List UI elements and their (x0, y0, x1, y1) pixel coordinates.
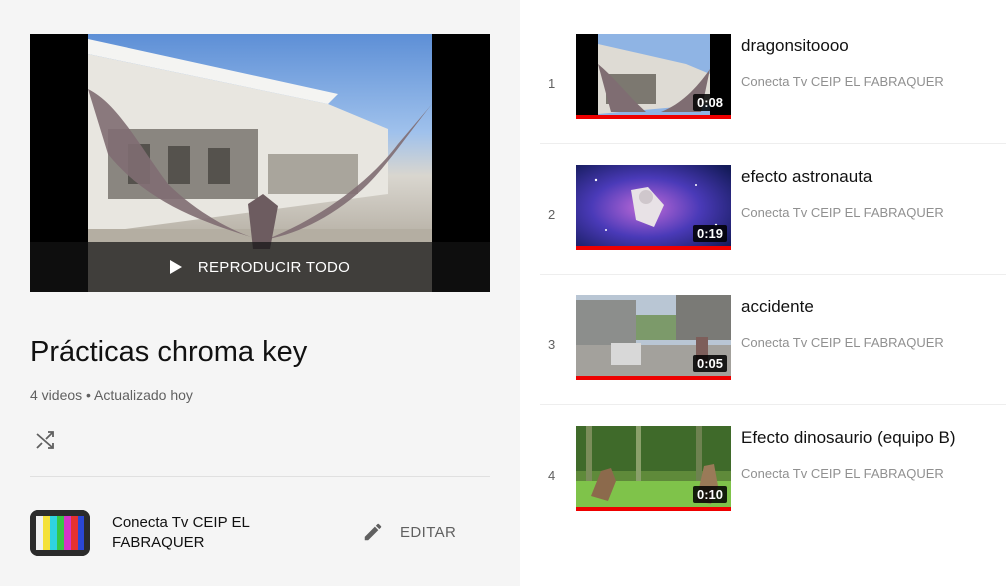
tv-color-bars-icon[interactable] (30, 510, 90, 556)
video-thumbnail[interactable]: 0:08 (576, 34, 731, 119)
video-duration: 0:05 (692, 355, 727, 372)
video-thumbnail[interactable]: 0:19 (576, 165, 731, 250)
play-all-button[interactable]: REPRODUCIR TODO (30, 242, 490, 292)
video-channel[interactable]: Conecta Tv CEIP EL FABRAQUER (741, 74, 944, 89)
shuffle-icon[interactable] (33, 428, 57, 452)
video-duration: 0:19 (692, 225, 727, 242)
list-item[interactable]: 3 0:05 accidente Conecta Tv CEIP EL FABR… (540, 295, 1006, 395)
watched-progress-bar (576, 246, 731, 250)
divider (540, 404, 1006, 405)
video-channel[interactable]: Conecta Tv CEIP EL FABRAQUER (741, 466, 944, 481)
playlist-hero-thumbnail[interactable]: REPRODUCIR TODO (30, 34, 490, 292)
list-item[interactable]: 4 0:10 Efecto dinosaurio (equipo B) Cone… (540, 426, 1006, 526)
playlist-title: Prácticas chroma key (30, 336, 308, 368)
video-title[interactable]: efecto astronauta (741, 167, 872, 187)
pencil-icon (364, 523, 382, 541)
list-item[interactable]: 1 0:08 dragonsitoooo Conecta Tv CEIP EL … (540, 34, 1006, 134)
video-channel[interactable]: Conecta Tv CEIP EL FABRAQUER (741, 205, 944, 220)
divider (540, 274, 1006, 275)
playlist-meta: 4 videos • Actualizado hoy (30, 387, 193, 403)
divider (540, 143, 1006, 144)
watched-progress-bar (576, 507, 731, 511)
play-all-label: REPRODUCIR TODO (197, 258, 351, 276)
watched-progress-bar (576, 376, 731, 380)
video-title[interactable]: Efecto dinosaurio (equipo B) (741, 428, 956, 448)
video-thumbnail[interactable]: 0:05 (576, 295, 731, 380)
video-title[interactable]: dragonsitoooo (741, 36, 849, 56)
video-index: 3 (548, 337, 556, 352)
playlist-sidebar: REPRODUCIR TODO Prácticas chroma key 4 v… (0, 0, 520, 586)
video-duration: 0:10 (692, 486, 727, 503)
edit-button[interactable]: EDITAR (362, 518, 456, 546)
video-index: 2 (548, 207, 556, 222)
video-index: 1 (548, 76, 556, 91)
list-item[interactable]: 2 0:19 efecto astronauta Conecta Tv CEIP… (540, 165, 1006, 265)
play-icon (169, 260, 182, 274)
video-channel[interactable]: Conecta Tv CEIP EL FABRAQUER (741, 335, 944, 350)
video-title[interactable]: accidente (741, 297, 814, 317)
video-duration: 0:08 (692, 94, 727, 111)
playlist-owner-link[interactable]: Conecta Tv CEIP EL FABRAQUER (112, 513, 312, 553)
video-index: 4 (548, 468, 556, 483)
video-thumbnail[interactable]: 0:10 (576, 426, 731, 511)
edit-label: EDITAR (400, 523, 457, 541)
divider (30, 476, 490, 477)
watched-progress-bar (576, 115, 731, 119)
